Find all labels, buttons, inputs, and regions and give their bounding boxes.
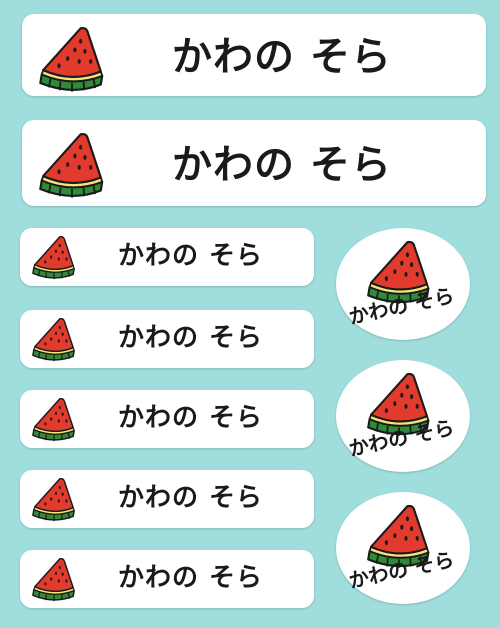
watermelon-slice-icon — [39, 26, 104, 93]
oval-name-label: かわの そら — [336, 228, 470, 340]
oval-name-label: かわの そら — [336, 492, 470, 604]
watermelon-slice-icon — [39, 132, 104, 199]
name-sticker-sheet: かわの そら かわの そら かわの そら かわの そら かわの そら かわの そ… — [0, 0, 500, 628]
label-name-text: かわの そら — [118, 323, 264, 353]
large-name-label: かわの そら — [22, 120, 486, 206]
label-name-text: かわの そら — [118, 403, 264, 433]
small-name-label: かわの そら — [20, 550, 314, 608]
large-name-label: かわの そら — [22, 14, 486, 96]
label-name-text: かわの そら — [172, 34, 392, 80]
oval-name-label: かわの そら — [336, 360, 470, 472]
small-name-label: かわの そら — [20, 228, 314, 286]
label-name-text: かわの そら — [118, 483, 264, 513]
watermelon-slice-icon — [32, 557, 75, 602]
label-name-text: かわの そら — [172, 142, 392, 188]
label-name-text: かわの そら — [118, 563, 264, 593]
watermelon-slice-icon — [32, 317, 75, 362]
small-name-label: かわの そら — [20, 390, 314, 448]
small-name-label: かわの そら — [20, 470, 314, 528]
watermelon-slice-icon — [32, 397, 75, 442]
watermelon-slice-icon — [32, 477, 75, 522]
small-name-label: かわの そら — [20, 310, 314, 368]
label-name-text: かわの そら — [118, 241, 264, 271]
watermelon-slice-icon — [32, 235, 75, 280]
